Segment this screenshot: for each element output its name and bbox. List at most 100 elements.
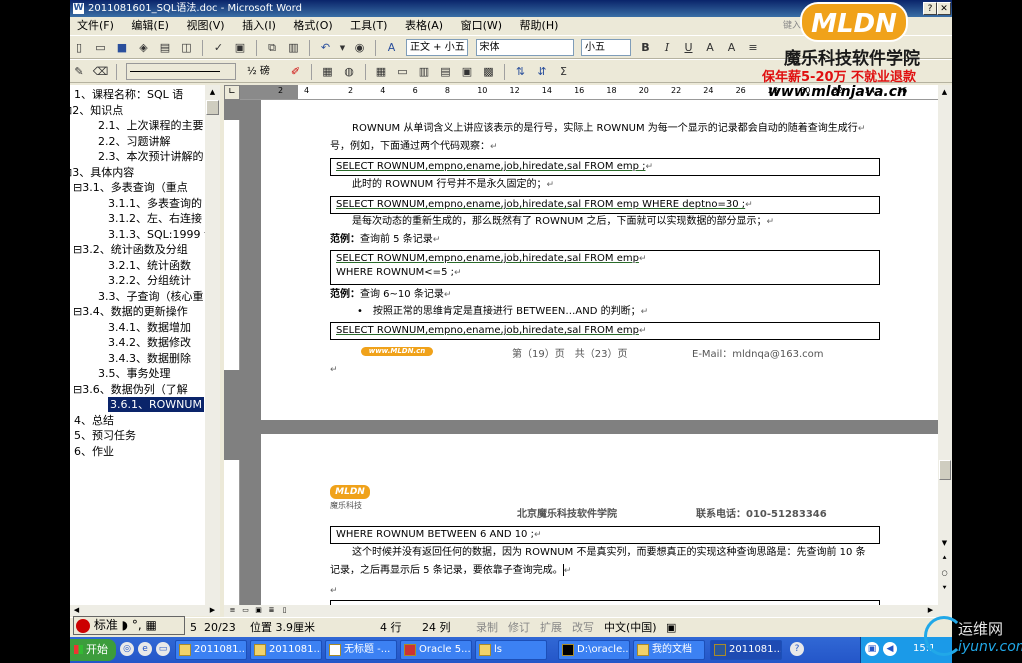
paragraph-not-fixed[interactable]: 此时的 ROWNUM 行号并不是永久固定的；↵ bbox=[352, 178, 554, 192]
menu-file[interactable]: 文件(F) bbox=[70, 17, 121, 35]
docmap-item[interactable]: ⊟3.6、数据伪列（了解 bbox=[73, 382, 188, 397]
normal-view-icon[interactable]: ≡ bbox=[226, 604, 239, 617]
docmap-item[interactable]: 3.2.1、统计函数 bbox=[108, 258, 191, 273]
menu-window[interactable]: 窗口(W) bbox=[454, 17, 509, 35]
paragraph-rownum-intro-cont[interactable]: 号，例如，下面通过两个代码观察：↵ bbox=[330, 140, 498, 154]
paragraph-dynamic[interactable]: 是每次动态的重新生成的，那么既然有了 ROWNUM 之后，下面就可以实现数据的部… bbox=[352, 215, 774, 229]
docmap-item[interactable]: 3.6.1、ROWNUM bbox=[108, 397, 204, 412]
align-cells-icon[interactable]: ▤ bbox=[438, 64, 454, 80]
docmap-item[interactable]: 1、课程名称：SQL 语 bbox=[74, 87, 183, 102]
next-page-icon[interactable]: ⯆ bbox=[938, 582, 951, 595]
sort-descending-icon[interactable]: ⇵ bbox=[534, 64, 550, 80]
ime-halfwidth-icon[interactable]: ◗ bbox=[122, 618, 128, 632]
underline-button[interactable]: U bbox=[681, 40, 697, 56]
quicklaunch-media-icon[interactable]: ◎ bbox=[120, 642, 134, 656]
merge-cells-icon[interactable]: ▭ bbox=[395, 64, 411, 80]
docmap-item[interactable]: 3.4.3、数据删除 bbox=[108, 351, 191, 366]
quicklaunch-ie-icon[interactable]: e bbox=[138, 642, 152, 656]
autofit-icon[interactable]: ▣ bbox=[459, 64, 475, 80]
font-size-combo[interactable]: 小五 bbox=[581, 39, 631, 56]
autosum-icon[interactable]: Σ bbox=[556, 64, 572, 80]
code-block-4[interactable]: SELECT ROWNUM,empno,ename,job,hiredate,s… bbox=[330, 322, 880, 340]
taskbar-help-icon[interactable]: ? bbox=[790, 642, 804, 656]
docmap-item[interactable]: 2.1、上次课程的主要 bbox=[98, 118, 204, 133]
line-style-combo[interactable] bbox=[125, 63, 236, 80]
research-icon[interactable]: ▣ bbox=[232, 40, 248, 56]
eraser-icon[interactable]: ⌫ bbox=[93, 64, 109, 80]
collapse-icon[interactable]: ⊟ bbox=[73, 243, 82, 256]
docmap-item[interactable]: 3.1.1、多表查询的 bbox=[108, 196, 202, 211]
ime-toolbar[interactable]: 标准 ◗ °, ▦ bbox=[73, 616, 185, 635]
permission-icon[interactable]: ◈ bbox=[136, 40, 152, 56]
docmap-item[interactable]: ⊟2、知识点 bbox=[70, 103, 123, 118]
docmap-item[interactable]: 3.1.2、左、右连接 bbox=[108, 211, 202, 226]
align-left-icon[interactable]: ≡ bbox=[745, 40, 761, 56]
print-layout-icon[interactable]: ▣ bbox=[252, 604, 265, 617]
border-color-icon[interactable]: ✐ bbox=[288, 64, 304, 80]
code-block-2[interactable]: SELECT ROWNUM,empno,ename,job,hiredate,s… bbox=[330, 196, 880, 214]
hyperlink-icon[interactable]: ◉ bbox=[352, 40, 368, 56]
save-icon[interactable]: ■ bbox=[114, 40, 130, 56]
paragraph-rownum-intro[interactable]: ROWNUM 从单词含义上讲应该表示的是行号，实际上 ROWNUM 为每一个显示… bbox=[352, 122, 865, 136]
task-ls[interactable]: ls bbox=[475, 640, 547, 660]
insert-table-icon[interactable]: ▦ bbox=[373, 64, 389, 80]
show-gridlines-icon[interactable]: ▩ bbox=[481, 64, 497, 80]
copy-icon[interactable]: ⧉ bbox=[264, 40, 280, 56]
docmap-item[interactable]: 3.4.1、数据增加 bbox=[108, 320, 191, 335]
docmap-item[interactable]: 6、作业 bbox=[74, 444, 114, 459]
docmap-item[interactable]: ⊟3.1、多表查询（重点 bbox=[73, 180, 188, 195]
task-explorer-2[interactable]: 2011081... bbox=[250, 640, 322, 660]
shading-color-icon[interactable]: ◍ bbox=[341, 64, 357, 80]
status-overtype[interactable]: 改写 bbox=[572, 618, 594, 637]
collapse-icon[interactable]: ⊟ bbox=[73, 383, 82, 396]
menu-table[interactable]: 表格(A) bbox=[398, 17, 450, 35]
scroll-down-arrow-icon[interactable]: ▼ bbox=[938, 537, 951, 550]
document-hscrollbar[interactable]: ≡ ▭ ▣ ≣ ▯ ▶ bbox=[224, 605, 952, 617]
spelling-status-icon[interactable]: ▣ bbox=[666, 618, 676, 637]
select-browse-object-icon[interactable]: ○ bbox=[938, 567, 951, 580]
new-document-icon[interactable]: ▯ bbox=[71, 40, 87, 56]
collapse-icon[interactable]: ⊟ bbox=[73, 305, 82, 318]
undo-dropdown-icon[interactable]: ▼ bbox=[339, 40, 346, 56]
quicklaunch-desktop-icon[interactable]: ▭ bbox=[156, 642, 170, 656]
style-icon[interactable]: A bbox=[384, 40, 400, 56]
scroll-up-arrow-icon[interactable]: ▲ bbox=[206, 86, 219, 99]
docmap-item[interactable]: ⊟3、具体内容 bbox=[70, 165, 134, 180]
font-combo[interactable]: 宋体 bbox=[475, 39, 574, 56]
docmap-item[interactable]: 3.5、事务处理 bbox=[98, 366, 171, 381]
docmap-item[interactable]: 3.1.3、SQL:1999 语 bbox=[108, 227, 215, 242]
web-view-icon[interactable]: ▭ bbox=[239, 604, 252, 617]
scroll-thumb[interactable] bbox=[206, 100, 219, 115]
document-map-hscrollbar[interactable]: ◀ ▶ bbox=[70, 605, 220, 616]
status-record[interactable]: 录制 bbox=[476, 618, 498, 637]
network-tray-icon[interactable]: ▣ bbox=[865, 642, 879, 656]
borders-icon[interactable]: ▦ bbox=[320, 64, 336, 80]
italic-button[interactable]: I bbox=[659, 40, 675, 56]
char-shading-icon[interactable]: A bbox=[724, 40, 740, 56]
vertical-ruler[interactable] bbox=[224, 100, 240, 605]
paragraph-no-data-cont[interactable]: 记录，之后再显示后 5 条记录，要依靠子查询完成。↵ bbox=[330, 564, 571, 578]
print-icon[interactable]: ▤ bbox=[157, 40, 173, 56]
task-cmd[interactable]: D:\oracle... bbox=[558, 640, 630, 660]
scroll-thumb[interactable] bbox=[939, 460, 951, 480]
example-heading-2[interactable]: 范例：查询 6~10 条记录↵ bbox=[330, 288, 451, 302]
style-combo[interactable]: 正文 + 小五 bbox=[406, 39, 468, 56]
outline-view-icon[interactable]: ≣ bbox=[265, 604, 278, 617]
docmap-item[interactable]: ⊟3.2、统计函数及分组 bbox=[73, 242, 188, 257]
document-scrollbar[interactable]: ▲ ▼ ⯅ ○ ⯆ bbox=[938, 85, 952, 605]
menu-help[interactable]: 帮助(H) bbox=[513, 17, 566, 35]
task-notepad[interactable]: 无标题 -... bbox=[325, 640, 397, 660]
tab-selector[interactable]: ∟ bbox=[224, 85, 240, 100]
docmap-item[interactable]: 5、预习任务 bbox=[74, 428, 136, 443]
spelling-icon[interactable]: ✓ bbox=[211, 40, 227, 56]
split-cells-icon[interactable]: ▥ bbox=[416, 64, 432, 80]
collapse-icon[interactable]: ⊟ bbox=[73, 181, 82, 194]
task-mydocs[interactable]: 我的文档 bbox=[633, 640, 705, 660]
bold-button[interactable]: B bbox=[638, 40, 654, 56]
previous-page-icon[interactable]: ⯅ bbox=[938, 552, 951, 565]
reading-view-icon[interactable]: ▯ bbox=[278, 604, 291, 617]
status-extend[interactable]: 扩展 bbox=[540, 618, 562, 637]
code-block-3[interactable]: SELECT ROWNUM,empno,ename,job,hiredate,s… bbox=[330, 250, 880, 285]
ime-punct-icon[interactable]: °, bbox=[132, 618, 142, 632]
task-word[interactable]: 2011081... bbox=[710, 640, 782, 660]
